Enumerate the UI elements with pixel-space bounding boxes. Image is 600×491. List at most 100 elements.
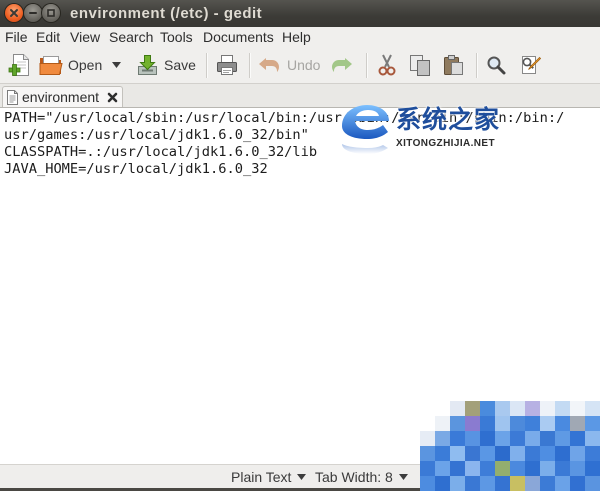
mosaic-tile xyxy=(450,431,465,446)
code-line: PATH="/usr/local/sbin:/usr/local/bin:/us… xyxy=(4,110,565,126)
menu-help[interactable]: Help xyxy=(282,27,311,47)
mosaic-tile xyxy=(585,401,600,416)
pixelated-region xyxy=(420,401,600,491)
code-line: usr/games:/usr/local/jdk1.6.0_32/bin" xyxy=(4,127,309,143)
menu-view[interactable]: View xyxy=(70,27,100,47)
menu-documents[interactable]: Documents xyxy=(203,27,274,47)
paste-icon xyxy=(444,55,463,75)
language-selector[interactable]: Plain Text xyxy=(231,467,307,487)
mosaic-tile xyxy=(480,461,495,476)
mosaic-tile xyxy=(525,431,540,446)
mosaic-tile xyxy=(510,476,525,491)
mosaic-tile xyxy=(570,431,585,446)
mosaic-tile xyxy=(480,416,495,431)
mosaic-tile xyxy=(585,446,600,461)
mosaic-tile xyxy=(585,431,600,446)
mosaic-tile xyxy=(495,431,510,446)
mosaic-tile xyxy=(570,476,585,491)
mosaic-tile xyxy=(555,401,570,416)
tab-bar: environment xyxy=(0,84,600,107)
minimize-icon xyxy=(29,12,37,14)
cut-button[interactable] xyxy=(374,51,400,79)
mosaic-tile xyxy=(450,446,465,461)
mosaic-tile xyxy=(465,476,480,491)
mosaic-tile xyxy=(420,461,435,476)
toolbar: Open Save Undo xyxy=(0,47,600,84)
tab-environment[interactable]: environment xyxy=(2,86,123,107)
tab-width-label: Tab Width: 8 xyxy=(315,469,393,485)
open-recent-menu-button[interactable] xyxy=(109,51,124,79)
redo-icon xyxy=(332,58,352,72)
text-document-icon xyxy=(7,89,18,105)
menu-edit[interactable]: Edit xyxy=(36,27,60,47)
undo-button[interactable]: Undo xyxy=(255,51,323,79)
tab-width-selector[interactable]: Tab Width: 8 xyxy=(315,467,408,487)
close-window-button[interactable] xyxy=(5,4,23,22)
find-button[interactable] xyxy=(483,51,509,79)
mosaic-tile xyxy=(495,401,510,416)
mosaic-tile xyxy=(585,461,600,476)
mosaic-tile xyxy=(540,431,555,446)
mosaic-tile xyxy=(420,401,435,416)
save-label: Save xyxy=(164,57,196,73)
mosaic-tile xyxy=(540,476,555,491)
mosaic-tile xyxy=(495,461,510,476)
undo-icon xyxy=(259,58,279,72)
mosaic-tile xyxy=(435,401,450,416)
mosaic-tile xyxy=(495,476,510,491)
toolbar-separator xyxy=(476,53,478,78)
mosaic-tile xyxy=(540,461,555,476)
mosaic-tile xyxy=(420,446,435,461)
mosaic-tile xyxy=(510,446,525,461)
mosaic-tile xyxy=(465,416,480,431)
menu-tools[interactable]: Tools xyxy=(160,27,193,47)
mosaic-tile xyxy=(570,401,585,416)
mosaic-tile xyxy=(570,446,585,461)
mosaic-tile xyxy=(420,416,435,431)
print-button[interactable] xyxy=(213,51,241,79)
mosaic-tile xyxy=(450,416,465,431)
undo-label: Undo xyxy=(287,57,321,73)
copy-icon xyxy=(410,55,430,76)
find-replace-button[interactable] xyxy=(516,51,544,79)
mosaic-tile xyxy=(450,461,465,476)
gedit-window: environment (/etc) - gedit File Edit Vie… xyxy=(0,0,600,491)
copy-button[interactable] xyxy=(406,51,434,79)
scissors-icon xyxy=(378,54,396,76)
tab-close-button[interactable] xyxy=(107,92,118,103)
search-icon xyxy=(487,56,506,75)
menu-file[interactable]: File xyxy=(5,27,28,47)
mosaic-tile xyxy=(465,446,480,461)
redo-button[interactable] xyxy=(328,51,356,79)
toolbar-separator xyxy=(366,53,368,78)
mosaic-tile xyxy=(555,431,570,446)
save-button[interactable]: Save xyxy=(133,51,199,79)
paste-button[interactable] xyxy=(439,51,467,79)
window-title: environment (/etc) - gedit xyxy=(70,5,263,22)
open-button[interactable]: Open xyxy=(36,51,105,79)
mosaic-tile xyxy=(555,461,570,476)
printer-icon xyxy=(217,55,237,75)
find-replace-icon xyxy=(522,56,541,74)
mosaic-tile xyxy=(495,446,510,461)
mosaic-tile xyxy=(510,416,525,431)
title-bar[interactable]: environment (/etc) - gedit xyxy=(0,0,600,27)
mosaic-tile xyxy=(480,401,495,416)
mosaic-tile xyxy=(420,476,435,491)
mosaic-tile xyxy=(570,416,585,431)
mosaic-tile xyxy=(450,476,465,491)
mosaic-tile xyxy=(465,431,480,446)
toolbar-separator xyxy=(206,53,208,78)
minimize-window-button[interactable] xyxy=(24,4,42,22)
folder-open-icon xyxy=(39,56,63,75)
mosaic-tile xyxy=(510,431,525,446)
menu-search[interactable]: Search xyxy=(109,27,153,47)
mosaic-tile xyxy=(435,461,450,476)
open-label: Open xyxy=(68,57,103,73)
new-button[interactable] xyxy=(5,51,34,79)
code-line: CLASSPATH=.:/usr/local/jdk1.6.0_32/lib xyxy=(4,144,318,160)
close-icon xyxy=(107,92,118,102)
maximize-window-button[interactable] xyxy=(42,4,60,22)
mosaic-tile xyxy=(570,461,585,476)
mosaic-tile xyxy=(525,416,540,431)
